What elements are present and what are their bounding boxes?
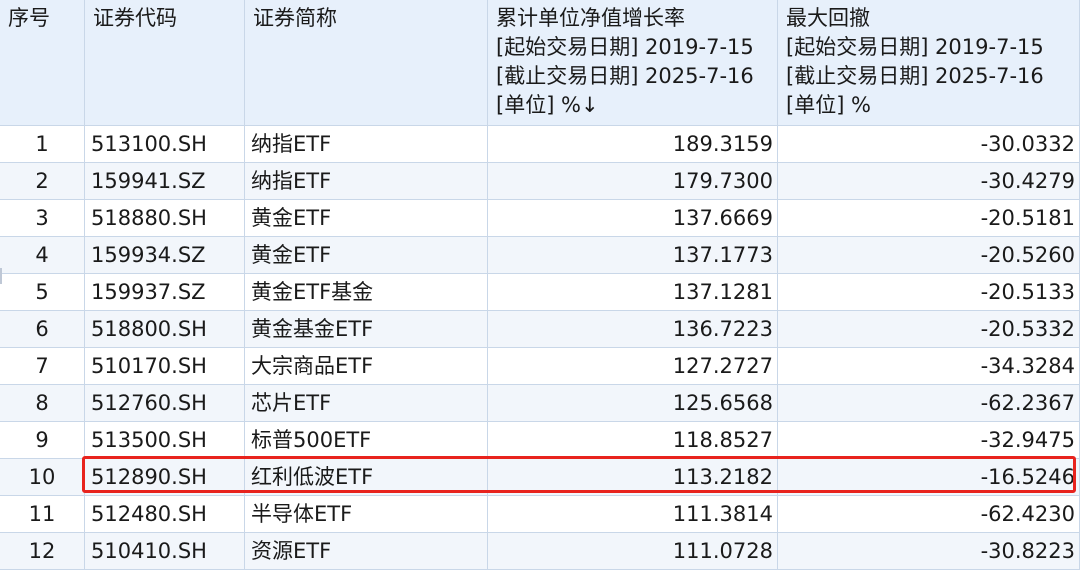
header-code[interactable]: 证券代码 bbox=[85, 0, 245, 126]
row-code: 512480.SH bbox=[85, 496, 245, 533]
row-growth: 127.2727 bbox=[488, 348, 778, 385]
table-row[interactable]: 10 512890.SH 红利低波ETF 113.2182 -16.5246 bbox=[0, 459, 1080, 496]
row-code: 159937.SZ bbox=[85, 274, 245, 311]
row-name: 黄金ETF基金 bbox=[245, 274, 488, 311]
row-growth: 137.1773 bbox=[488, 237, 778, 274]
table-row[interactable]: 2 159941.SZ 纳指ETF 179.7300 -30.4279 bbox=[0, 163, 1080, 200]
row-code: 512760.SH bbox=[85, 385, 245, 422]
table-row[interactable]: 9 513500.SH 标普500ETF 118.8527 -32.9475 bbox=[0, 422, 1080, 459]
header-growth[interactable]: 累计单位净值增长率 [起始交易日期] 2019-7-15 [截止交易日期] 20… bbox=[488, 0, 778, 126]
row-name: 红利低波ETF bbox=[245, 459, 488, 496]
row-growth: 137.6669 bbox=[488, 200, 778, 237]
table-header: 序号 证券代码 证券简称 累计单位净值增长率 [起始交易日期] 2019-7-1… bbox=[0, 0, 1080, 126]
row-drawdown: -62.2367 bbox=[778, 385, 1080, 422]
header-drawdown-start: [起始交易日期] 2019-7-15 bbox=[786, 35, 1044, 59]
header-growth-end: [截止交易日期] 2025-7-16 bbox=[496, 64, 754, 88]
row-drawdown: -20.5181 bbox=[778, 200, 1080, 237]
table-row[interactable]: 11 512480.SH 半导体ETF 111.3814 -62.4230 bbox=[0, 496, 1080, 533]
header-drawdown[interactable]: 最大回撤 [起始交易日期] 2019-7-15 [截止交易日期] 2025-7-… bbox=[778, 0, 1080, 126]
row-drawdown: -30.4279 bbox=[778, 163, 1080, 200]
row-index: 2 bbox=[0, 163, 85, 200]
row-name: 芯片ETF bbox=[245, 385, 488, 422]
header-drawdown-end: [截止交易日期] 2025-7-16 bbox=[786, 64, 1044, 88]
row-drawdown: -62.4230 bbox=[778, 496, 1080, 533]
row-drawdown: -34.3284 bbox=[778, 348, 1080, 385]
row-drawdown: -30.8223 bbox=[778, 533, 1080, 570]
row-growth: 136.7223 bbox=[488, 311, 778, 348]
row-index: 5 bbox=[0, 274, 85, 311]
row-drawdown: -20.5332 bbox=[778, 311, 1080, 348]
row-index: 8 bbox=[0, 385, 85, 422]
row-code: 159941.SZ bbox=[85, 163, 245, 200]
header-growth-title: 累计单位净值增长率 bbox=[496, 6, 685, 30]
row-drawdown: -20.5260 bbox=[778, 237, 1080, 274]
row-name: 纳指ETF bbox=[245, 126, 488, 163]
row-growth: 118.8527 bbox=[488, 422, 778, 459]
header-drawdown-unit: [单位] % bbox=[786, 93, 872, 117]
window-edge-tick bbox=[0, 268, 2, 284]
row-growth: 111.3814 bbox=[488, 496, 778, 533]
row-index: 10 bbox=[0, 459, 85, 496]
header-growth-unit: [单位] %↓ bbox=[496, 93, 599, 117]
row-index: 6 bbox=[0, 311, 85, 348]
row-code: 513500.SH bbox=[85, 422, 245, 459]
row-index: 1 bbox=[0, 126, 85, 163]
row-name: 黄金ETF bbox=[245, 237, 488, 274]
row-name: 纳指ETF bbox=[245, 163, 488, 200]
row-code: 512890.SH bbox=[85, 459, 245, 496]
row-growth: 137.1281 bbox=[488, 274, 778, 311]
row-name: 资源ETF bbox=[245, 533, 488, 570]
row-growth: 189.3159 bbox=[488, 126, 778, 163]
table-row[interactable]: 3 518880.SH 黄金ETF 137.6669 -20.5181 bbox=[0, 200, 1080, 237]
table-row[interactable]: 7 510170.SH 大宗商品ETF 127.2727 -34.3284 bbox=[0, 348, 1080, 385]
row-code: 518800.SH bbox=[85, 311, 245, 348]
row-drawdown: -16.5246 bbox=[778, 459, 1080, 496]
row-drawdown: -32.9475 bbox=[778, 422, 1080, 459]
table-row[interactable]: 1 513100.SH 纳指ETF 189.3159 -30.0332 bbox=[0, 126, 1080, 163]
table-row[interactable]: 4 159934.SZ 黄金ETF 137.1773 -20.5260 bbox=[0, 237, 1080, 274]
row-index: 4 bbox=[0, 237, 85, 274]
header-name[interactable]: 证券简称 bbox=[245, 0, 488, 126]
header-drawdown-title: 最大回撤 bbox=[786, 6, 870, 30]
row-code: 159934.SZ bbox=[85, 237, 245, 274]
row-code: 510170.SH bbox=[85, 348, 245, 385]
table-row[interactable]: 5 159937.SZ 黄金ETF基金 137.1281 -20.5133 bbox=[0, 274, 1080, 311]
row-name: 大宗商品ETF bbox=[245, 348, 488, 385]
row-code: 510410.SH bbox=[85, 533, 245, 570]
row-name: 标普500ETF bbox=[245, 422, 488, 459]
row-drawdown: -20.5133 bbox=[778, 274, 1080, 311]
row-index: 11 bbox=[0, 496, 85, 533]
row-drawdown: -30.0332 bbox=[778, 126, 1080, 163]
row-name: 半导体ETF bbox=[245, 496, 488, 533]
row-code: 518880.SH bbox=[85, 200, 245, 237]
row-growth: 125.6568 bbox=[488, 385, 778, 422]
header-index[interactable]: 序号 bbox=[0, 0, 85, 126]
table-row[interactable]: 8 512760.SH 芯片ETF 125.6568 -62.2367 bbox=[0, 385, 1080, 422]
row-index: 9 bbox=[0, 422, 85, 459]
row-growth: 179.7300 bbox=[488, 163, 778, 200]
header-growth-start: [起始交易日期] 2019-7-15 bbox=[496, 35, 754, 59]
etf-performance-table: 序号 证券代码 证券简称 累计单位净值增长率 [起始交易日期] 2019-7-1… bbox=[0, 0, 1080, 570]
table-row[interactable]: 12 510410.SH 资源ETF 111.0728 -30.8223 bbox=[0, 533, 1080, 570]
row-name: 黄金ETF bbox=[245, 200, 488, 237]
row-name: 黄金基金ETF bbox=[245, 311, 488, 348]
row-growth: 111.0728 bbox=[488, 533, 778, 570]
row-index: 12 bbox=[0, 533, 85, 570]
row-code: 513100.SH bbox=[85, 126, 245, 163]
table-row[interactable]: 6 518800.SH 黄金基金ETF 136.7223 -20.5332 bbox=[0, 311, 1080, 348]
row-index: 3 bbox=[0, 200, 85, 237]
row-index: 7 bbox=[0, 348, 85, 385]
row-growth: 113.2182 bbox=[488, 459, 778, 496]
